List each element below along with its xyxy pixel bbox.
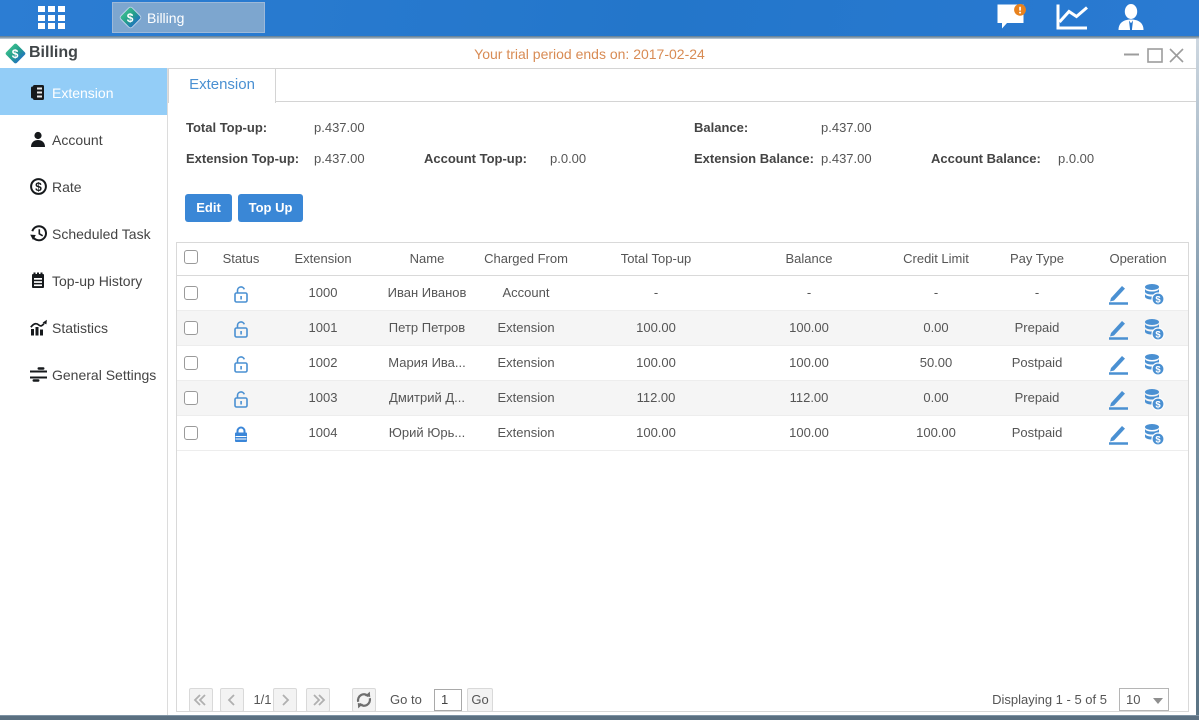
svg-text:$: $ — [1155, 435, 1161, 446]
svg-text:$: $ — [1155, 295, 1161, 306]
svg-text:$: $ — [1155, 365, 1161, 376]
svg-text:$: $ — [1155, 330, 1161, 341]
svg-text:$: $ — [1155, 400, 1161, 411]
svg-text:$: $ — [35, 180, 42, 194]
